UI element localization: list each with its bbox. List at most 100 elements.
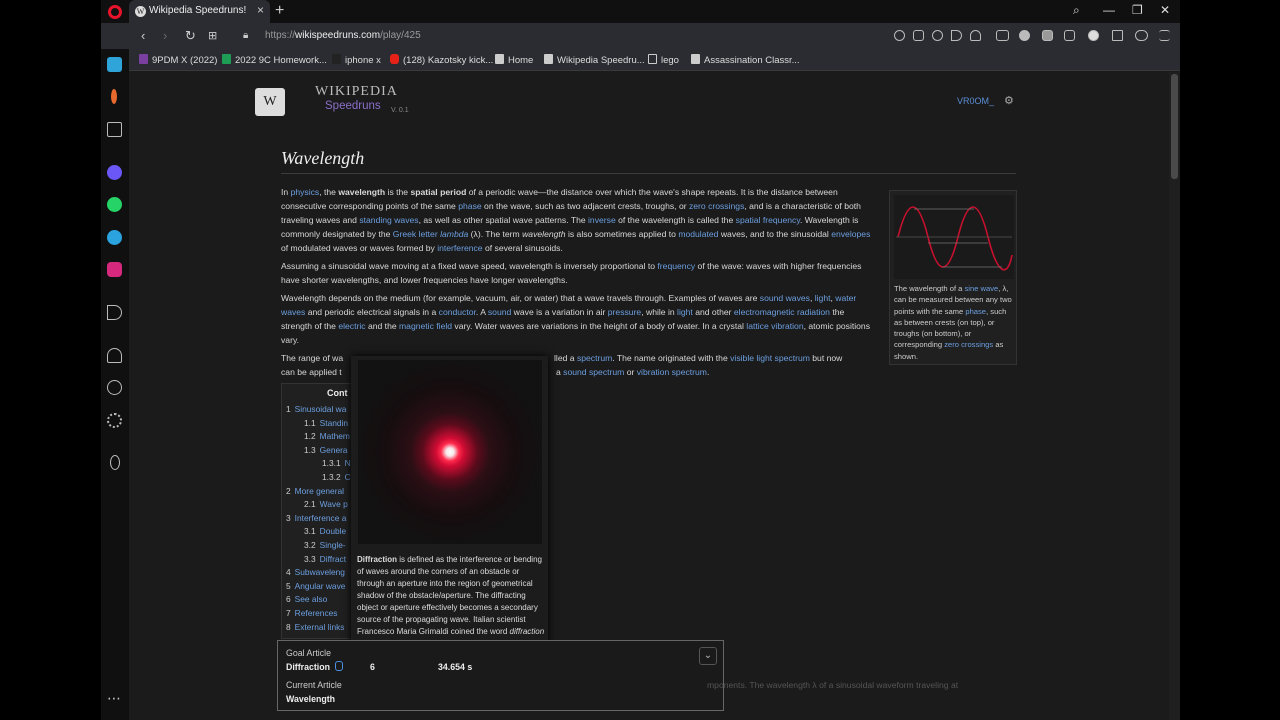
scrollbar-thumb[interactable] — [1171, 74, 1178, 179]
speed-dial-icon[interactable]: ⊞ — [208, 29, 217, 42]
close-tab-icon[interactable]: × — [257, 3, 264, 17]
toc-item[interactable]: 4 Subwaveleng — [286, 567, 345, 577]
sine-wave-diagram[interactable] — [894, 195, 1014, 279]
toc-item[interactable]: 3.3 Diffract — [304, 554, 346, 564]
toc-item[interactable]: 7 References — [286, 608, 338, 618]
bookmark-item[interactable]: Assassination Classr... — [691, 54, 800, 66]
send-icon[interactable] — [951, 30, 962, 41]
bookmarks-heart-icon[interactable] — [107, 348, 122, 363]
minimize-icon[interactable]: — — [1103, 3, 1115, 17]
flow-icon[interactable] — [107, 305, 122, 320]
article-link[interactable]: physics — [291, 187, 320, 197]
glasses-icon[interactable] — [996, 30, 1009, 41]
toc-item[interactable]: 3.1 Double — [304, 526, 346, 536]
article-link[interactable]: spatial frequency — [736, 215, 800, 225]
restore-icon[interactable]: ❐ — [1132, 3, 1143, 17]
bookmark-item[interactable]: (128) Kazotsky kick... — [390, 54, 493, 66]
article-link[interactable]: visible light spectrum — [730, 353, 810, 363]
article-link[interactable]: zero crossings — [689, 201, 744, 211]
article-link[interactable]: electromagnetic radiation — [734, 307, 830, 317]
back-icon[interactable]: ‹ — [141, 28, 145, 43]
article-link[interactable]: envelopes — [831, 229, 870, 239]
bookmark-item[interactable]: Wikipedia Speedru... — [544, 54, 645, 66]
article-link[interactable]: sine wave — [965, 284, 999, 293]
profile-icon[interactable] — [1088, 30, 1099, 41]
extension-icon[interactable] — [1042, 30, 1053, 41]
article-link[interactable]: modulated — [678, 229, 718, 239]
toc-item[interactable]: 1.3.1 N — [322, 458, 351, 468]
toc-item[interactable]: 8 External links — [286, 622, 344, 632]
cube-icon[interactable] — [1064, 30, 1075, 41]
goal-article-value[interactable]: Diffraction — [286, 662, 330, 672]
collapse-panel-chevron-down-icon[interactable]: ⌄ — [699, 647, 717, 665]
toc-item[interactable]: 1.2 Mathem — [304, 431, 350, 441]
search-page-icon[interactable] — [894, 30, 905, 41]
article-link[interactable]: light — [815, 293, 831, 303]
tips-lightbulb-icon[interactable] — [110, 455, 120, 470]
url-field[interactable]: https://wikispeedruns.com/play/425 — [265, 30, 421, 41]
article-link[interactable]: frequency — [657, 261, 695, 271]
article-link[interactable]: magnetic field — [399, 321, 452, 331]
toc-item[interactable]: 3 Interference a — [286, 513, 346, 523]
article-link[interactable]: zero crossings — [944, 340, 993, 349]
crypto-wallet-icon[interactable] — [111, 89, 117, 104]
article-link[interactable]: conductor — [439, 307, 476, 317]
download-icon[interactable] — [1112, 30, 1123, 41]
history-icon[interactable] — [107, 380, 122, 395]
toc-item[interactable]: 2.1 Wave p — [304, 499, 348, 509]
article-link[interactable]: lambda — [440, 229, 468, 239]
instagram-icon[interactable] — [107, 262, 122, 277]
article-link[interactable]: spectrum — [577, 353, 612, 363]
article-link[interactable]: lattice vibration — [746, 321, 803, 331]
article-link[interactable]: light — [677, 307, 693, 317]
toc-item[interactable]: 1.3.2 C — [322, 472, 351, 482]
user-settings-gear-icon[interactable]: ⚙ — [1004, 94, 1014, 107]
article-link[interactable]: pressure — [608, 307, 641, 317]
toc-item[interactable]: 5 Angular wave — [286, 581, 345, 591]
tab-wikipedia-speedruns[interactable]: W Wikipedia Speedruns! × — [129, 0, 270, 23]
article-link[interactable]: sound spectrum — [563, 367, 624, 377]
username-link[interactable]: VR0OM_ — [957, 96, 994, 106]
article-link[interactable]: interference — [437, 243, 482, 253]
messenger-icon[interactable] — [107, 165, 122, 180]
bookmark-item[interactable]: Home — [495, 54, 533, 66]
article-link[interactable]: Greek letter — [393, 229, 440, 239]
bookmark-item[interactable]: 2022 9C Homework... — [222, 54, 327, 66]
opera-menu-icon[interactable] — [108, 5, 122, 19]
bookmark-folder[interactable]: lego — [648, 54, 679, 66]
page-scrollbar[interactable] — [1169, 72, 1180, 720]
logo-speedruns[interactable]: Speedruns — [325, 100, 381, 112]
telegram-icon[interactable] — [107, 230, 122, 245]
toc-item[interactable]: 2 More general — [286, 486, 344, 496]
bookmark-item[interactable]: iphone x — [332, 54, 381, 66]
article-link[interactable]: sound — [488, 307, 511, 317]
toc-item[interactable]: 1.1 Standin — [304, 418, 348, 428]
vpn-icon[interactable] — [1019, 30, 1030, 41]
battery-saver-icon[interactable] — [1135, 30, 1148, 41]
article-link[interactable]: standing waves — [359, 215, 418, 225]
snapshot-icon[interactable] — [913, 30, 924, 41]
adblock-icon[interactable] — [932, 30, 943, 41]
home-icon[interactable] — [107, 57, 122, 72]
article-link[interactable]: inverse — [588, 215, 616, 225]
search-tabs-icon[interactable]: ⌕ — [1073, 3, 1080, 18]
new-tab-icon[interactable]: + — [275, 2, 284, 20]
bookmark-item[interactable]: 9PDM X (2022) — [139, 54, 217, 66]
article-link[interactable]: sound waves — [760, 293, 810, 303]
close-window-icon[interactable]: ✕ — [1160, 3, 1170, 17]
wikipedia-puzzle-logo-icon[interactable]: W — [255, 88, 285, 116]
logo-wordmark[interactable]: WIKIPEDIA — [315, 84, 398, 100]
article-link[interactable]: phase — [458, 201, 481, 211]
settings-gear-icon[interactable] — [107, 413, 122, 428]
heart-icon[interactable] — [970, 30, 981, 41]
toc-item[interactable]: 1.3 Genera — [304, 445, 348, 455]
shopping-cart-icon[interactable] — [107, 122, 122, 137]
article-link[interactable]: electric — [338, 321, 365, 331]
forward-icon[interactable]: › — [163, 28, 167, 43]
whatsapp-icon[interactable] — [107, 197, 122, 212]
toc-item[interactable]: 1 Sinusoidal wa — [286, 404, 346, 414]
article-link[interactable]: phase — [965, 307, 986, 316]
article-link[interactable]: vibration spectrum — [637, 367, 707, 377]
toc-item[interactable]: 3.2 Single- — [304, 540, 346, 550]
reload-icon[interactable]: ↻ — [185, 28, 196, 44]
